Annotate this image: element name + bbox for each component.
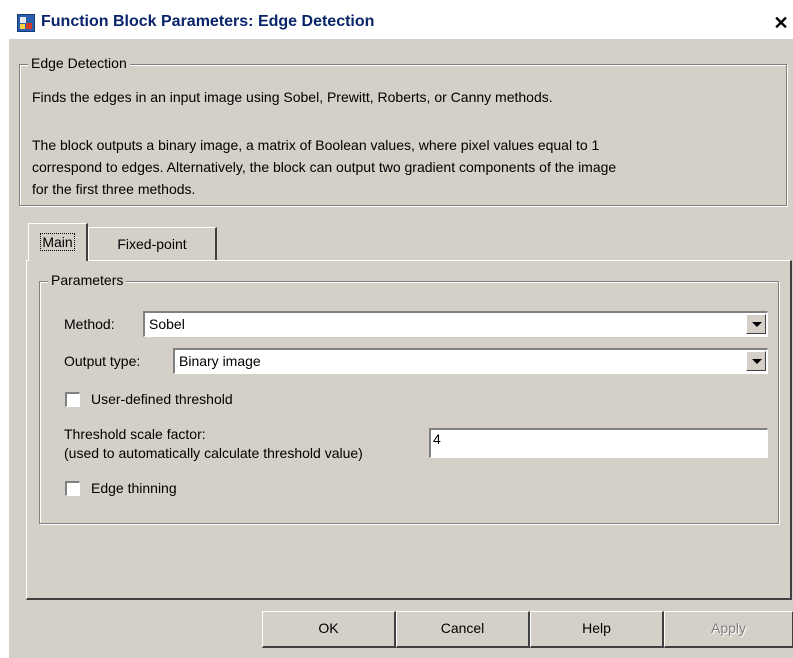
ok-button[interactable]: OK [262,611,396,648]
tab-fixed-point[interactable]: Fixed-point [88,227,217,261]
cancel-button[interactable]: Cancel [396,611,530,648]
threshold-scale-label: Threshold scale factor: [64,426,206,442]
threshold-scale-input[interactable]: 4 [429,428,768,458]
method-label: Method: [64,316,115,332]
description-group: Edge Detection Finds the edges in an inp… [19,55,787,206]
description-line-2: The block outputs a binary image, a matr… [32,137,600,153]
description-group-label: Edge Detection [28,55,130,71]
description-line-4: for the first three methods. [32,181,196,197]
method-select-value: Sobel [149,316,185,332]
parameters-group: Parameters Method: Sobel Output type: Bi… [39,272,779,524]
title-bar[interactable]: Function Block Parameters: Edge Detectio… [9,5,793,39]
tab-fixed-point-label: Fixed-point [117,236,187,252]
method-select[interactable]: Sobel [143,311,768,337]
dialog-window: Function Block Parameters: Edge Detectio… [8,4,793,658]
chevron-down-icon[interactable] [746,351,766,371]
tab-main[interactable]: Main [28,223,88,261]
simulink-block-icon [17,14,35,32]
description-line-3: correspond to edges. Alternatively, the … [32,159,617,175]
threshold-scale-sublabel: (used to automatically calculate thresho… [64,445,363,461]
tab-main-label: Main [40,233,75,251]
close-icon[interactable]: ✕ [771,13,791,33]
edge-thinning-label: Edge thinning [91,480,177,496]
tab-panel-main: Parameters Method: Sobel Output type: Bi… [26,260,792,600]
output-type-select-value: Binary image [179,353,261,369]
output-type-select[interactable]: Binary image [173,348,768,374]
output-type-label: Output type: [64,353,141,369]
chevron-down-icon[interactable] [746,314,766,334]
user-defined-threshold-label: User-defined threshold [91,391,233,407]
edge-thinning-checkbox[interactable] [65,481,80,496]
description-line-1: Finds the edges in an input image using … [32,89,553,105]
help-button[interactable]: Help [530,611,664,648]
user-defined-threshold-checkbox[interactable] [65,392,80,407]
apply-button[interactable]: Apply [664,611,793,648]
threshold-scale-value: 4 [433,431,441,447]
window-title: Function Block Parameters: Edge Detectio… [41,13,375,30]
parameters-group-label: Parameters [48,272,127,288]
